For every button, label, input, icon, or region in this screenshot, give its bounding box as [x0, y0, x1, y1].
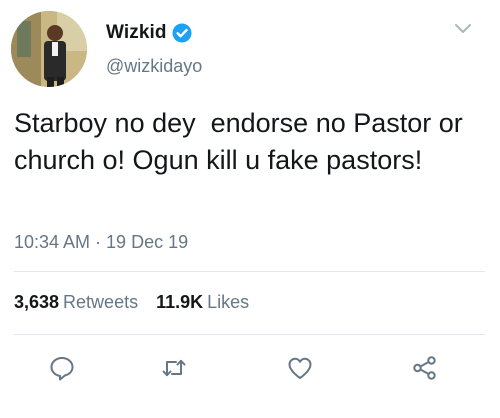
heart-icon[interactable]: [286, 354, 314, 382]
avatar[interactable]: [11, 11, 87, 87]
likes-stat[interactable]: 11.9K Likes: [156, 292, 249, 313]
tweet-stats: 3,638 Retweets 11.9K Likes: [14, 292, 262, 313]
reply-icon[interactable]: [48, 354, 76, 382]
user-handle[interactable]: @wizkidayo: [106, 56, 202, 77]
retweets-stat[interactable]: 3,638 Retweets: [14, 292, 138, 313]
avatar-image: [11, 11, 87, 87]
tweet-card: Wizkid @wizkidayo Starboy no dey endorse…: [0, 0, 500, 418]
retweet-icon[interactable]: [160, 354, 188, 382]
divider: [14, 271, 485, 272]
likes-label: Likes: [207, 292, 250, 312]
display-name[interactable]: Wizkid: [106, 22, 167, 44]
share-icon[interactable]: [411, 354, 439, 382]
retweets-label: Retweets: [63, 292, 139, 312]
likes-count: 11.9K: [156, 292, 204, 312]
tweet-text: Starboy no dey endorse no Pastor or chur…: [14, 108, 471, 175]
chevron-down-icon[interactable]: [454, 22, 472, 36]
name-row: Wizkid: [106, 22, 192, 44]
divider: [14, 334, 485, 335]
tweet-timestamp[interactable]: 10:34 AM · 19 Dec 19: [14, 232, 188, 253]
verified-badge-icon: [172, 23, 192, 43]
retweets-count: 3,638: [14, 292, 60, 312]
